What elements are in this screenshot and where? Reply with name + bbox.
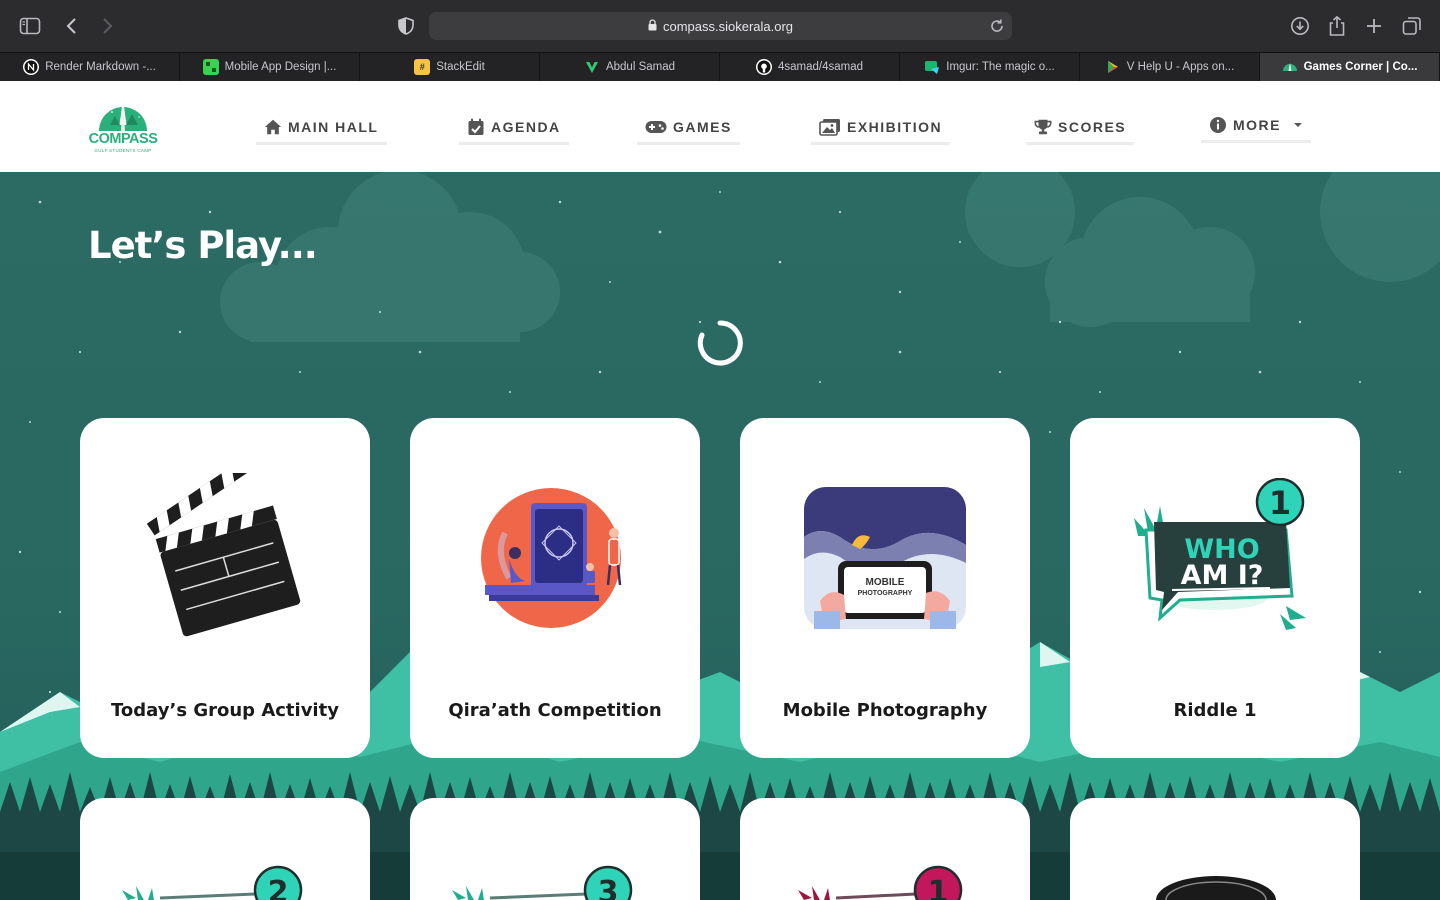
notion-icon	[23, 59, 40, 75]
tab-strip: Render Markdown -... Mobile App Design |…	[0, 52, 1440, 81]
svg-text:AM I?: AM I?	[1181, 560, 1264, 591]
url-text: compass.siokerala.org	[662, 18, 794, 34]
quran-reading-icon	[410, 468, 700, 648]
who-am-i-icon: 3	[452, 865, 633, 900]
nav-agenda[interactable]: AGENDA	[459, 113, 569, 145]
tab-label: Games Corner | Co...	[1303, 61, 1418, 73]
imgur-icon	[924, 59, 940, 75]
address-bar[interactable]: compass.siokerala.org	[429, 12, 1012, 40]
tab-label: StackEdit	[436, 61, 485, 73]
caret-down-icon	[1294, 122, 1302, 127]
game-card-riddle-2[interactable]: 2	[80, 798, 370, 900]
compass-logo[interactable]: COMPASS GULF STUDENTS CAMP	[86, 95, 160, 159]
nav-more-dropdown[interactable]: MORE	[1201, 111, 1311, 143]
lock-icon	[648, 18, 657, 34]
stackedit-icon: #	[414, 59, 431, 75]
logo-subtext: GULF STUDENTS CAMP	[94, 148, 152, 153]
tab-label: 4samad/4samad	[777, 61, 864, 73]
game-card-dark[interactable]	[1070, 798, 1360, 900]
reload-icon[interactable]	[988, 17, 1006, 35]
play-store-icon	[1105, 59, 1121, 75]
nav-label: EXHIBITION	[847, 118, 943, 135]
sidebar-toggle-icon[interactable]	[18, 14, 42, 38]
home-icon	[264, 119, 282, 134]
browser-tab[interactable]: V Help U - Apps on...	[1080, 53, 1260, 81]
svg-text:MOBILE: MOBILE	[866, 577, 905, 588]
compass-logo-icon	[99, 99, 147, 131]
trophy-icon	[1034, 119, 1052, 134]
who-am-i-red-icon: 1	[798, 865, 963, 900]
mobile-photography-icon: MOBILE PHOTOGRAPHY	[740, 468, 1030, 648]
nav-label: SCORES	[1058, 118, 1127, 135]
privacy-shield-icon[interactable]	[394, 14, 418, 38]
gamepad-icon	[645, 120, 667, 133]
who-am-i-icon: 2	[122, 865, 303, 900]
share-icon[interactable]	[1325, 14, 1349, 38]
game-card-riddle-red-1[interactable]: 1	[740, 798, 1030, 900]
who-am-i-icon: WHO AM I? 1	[1070, 468, 1360, 648]
logo-text: COMPASS	[88, 131, 158, 147]
riddle-number-badge: 1	[928, 875, 949, 900]
tab-label: Mobile App Design |...	[224, 61, 337, 73]
nav-label: AGENDA	[491, 118, 561, 135]
browser-tab[interactable]: Imgur: The magic o...	[900, 53, 1080, 81]
compass-icon	[1282, 59, 1298, 75]
game-card-group-activity[interactable]: Today’s Group Activity	[80, 418, 370, 758]
game-card-mobile-photography[interactable]: MOBILE PHOTOGRAPHY Mobile Photography	[740, 418, 1030, 758]
browser-tab[interactable]: Mobile App Design |...	[180, 53, 360, 81]
tab-overview-icon[interactable]	[1400, 14, 1424, 38]
new-tab-icon[interactable]	[1362, 14, 1386, 38]
svg-text:PHOTOGRAPHY: PHOTOGRAPHY	[858, 590, 913, 597]
browser-tab[interactable]: Abdul Samad	[540, 53, 720, 81]
nav-exhibition[interactable]: EXHIBITION	[811, 113, 951, 145]
game-card-riddle-3[interactable]: 3	[410, 798, 700, 900]
nav-games[interactable]: GAMES	[637, 113, 740, 145]
game-card-qiraath[interactable]: Qira’ath Competition	[410, 418, 700, 758]
browser-tab[interactable]: # StackEdit	[360, 53, 540, 81]
back-icon[interactable]	[60, 14, 84, 38]
forward-icon[interactable]	[95, 14, 119, 38]
riddle-number-badge: 2	[268, 875, 289, 900]
nav-scores[interactable]: SCORES	[1026, 113, 1135, 145]
browser-toolbar: compass.siokerala.org	[0, 0, 1440, 52]
nav-main-hall[interactable]: MAIN HALL	[256, 113, 387, 145]
nav-label: MORE	[1233, 116, 1281, 133]
calendar-check-icon	[468, 118, 484, 135]
tab-label: Imgur: The magic o...	[946, 61, 1055, 73]
nav-label: GAMES	[673, 118, 732, 135]
card-title: Riddle 1	[1173, 700, 1257, 721]
nav-label: MAIN HALL	[288, 118, 379, 135]
riddle-number-badge: 1	[1269, 484, 1291, 522]
v-logo-icon	[584, 59, 600, 75]
download-icon[interactable]	[1288, 14, 1312, 38]
images-icon	[819, 118, 840, 136]
info-circle-icon	[1210, 116, 1226, 133]
card-title: Qira’ath Competition	[448, 700, 662, 721]
loading-spinner-icon	[697, 320, 743, 366]
tab-label: V Help U - Apps on...	[1126, 61, 1235, 73]
card-title: Mobile Photography	[782, 700, 988, 721]
tab-label: Render Markdown -...	[45, 61, 156, 73]
dark-circle-icon	[1156, 876, 1276, 900]
site-header: COMPASS GULF STUDENTS CAMP MAIN HALL AGE…	[0, 81, 1440, 172]
browser-tab[interactable]: Render Markdown -...	[0, 53, 180, 81]
game-card-riddle-1[interactable]: WHO AM I? 1 Riddle 1	[1070, 418, 1360, 758]
github-icon	[755, 59, 772, 75]
riddle-number-badge: 3	[598, 875, 619, 900]
page-title: Let’s Play...	[88, 224, 318, 267]
card-title: Today’s Group Activity	[111, 700, 339, 721]
clapperboard-icon	[80, 468, 370, 648]
browser-tab[interactable]: 4samad/4samad	[720, 53, 900, 81]
tab-label: Abdul Samad	[605, 61, 676, 73]
browser-tab-active[interactable]: Games Corner | Co...	[1260, 53, 1440, 81]
grid-icon	[202, 59, 219, 75]
